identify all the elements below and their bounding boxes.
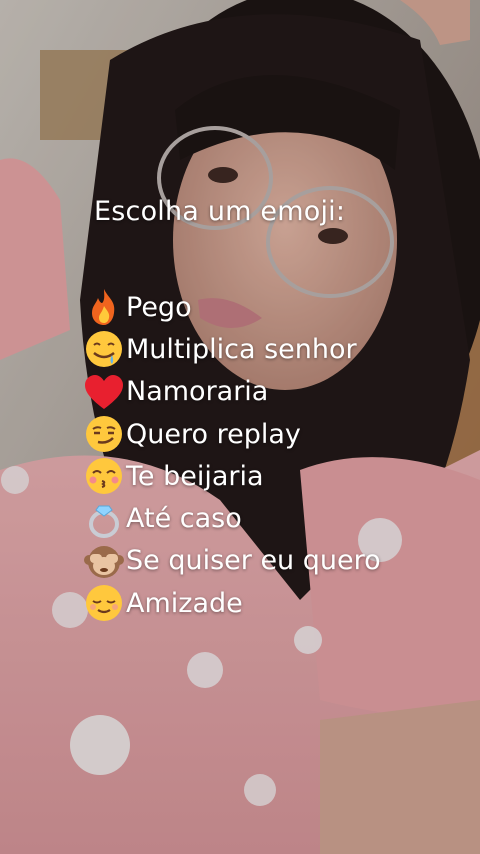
option-label: Se quiser eu quero xyxy=(126,545,381,577)
kissing-face-icon xyxy=(82,455,126,497)
emoji-option-list: Pego Multiplica senhor Namoraria Quero r… xyxy=(82,286,381,624)
option-label: Amizade xyxy=(126,587,243,619)
prompt-title: Escolha um emoji: xyxy=(94,196,346,227)
option-pego: Pego xyxy=(82,286,381,328)
option-multiplica-senhor: Multiplica senhor xyxy=(82,328,381,370)
option-ate-caso: Até caso xyxy=(82,497,381,539)
smirking-face-icon xyxy=(82,413,126,455)
red-heart-icon xyxy=(82,371,126,413)
option-label: Te beijaria xyxy=(126,460,264,492)
option-amizade: Amizade xyxy=(82,582,381,624)
option-label: Namoraria xyxy=(126,376,269,408)
relieved-face-icon xyxy=(82,582,126,624)
option-label: Multiplica senhor xyxy=(126,333,357,365)
option-label: Quero replay xyxy=(126,418,301,450)
option-label: Até caso xyxy=(126,503,242,535)
story-screen: Escolha um emoji: Pego Multiplica senhor… xyxy=(0,0,480,854)
option-quero-replay: Quero replay xyxy=(82,413,381,455)
option-label: Pego xyxy=(126,291,192,323)
option-te-beijaria: Te beijaria xyxy=(82,455,381,497)
option-namoraria: Namoraria xyxy=(82,371,381,413)
ring-icon xyxy=(82,498,126,540)
option-se-quiser-eu-quero: Se quiser eu quero xyxy=(82,540,381,582)
fire-icon xyxy=(82,286,126,328)
drooling-face-icon xyxy=(82,328,126,370)
see-no-evil-monkey-icon xyxy=(82,540,126,582)
